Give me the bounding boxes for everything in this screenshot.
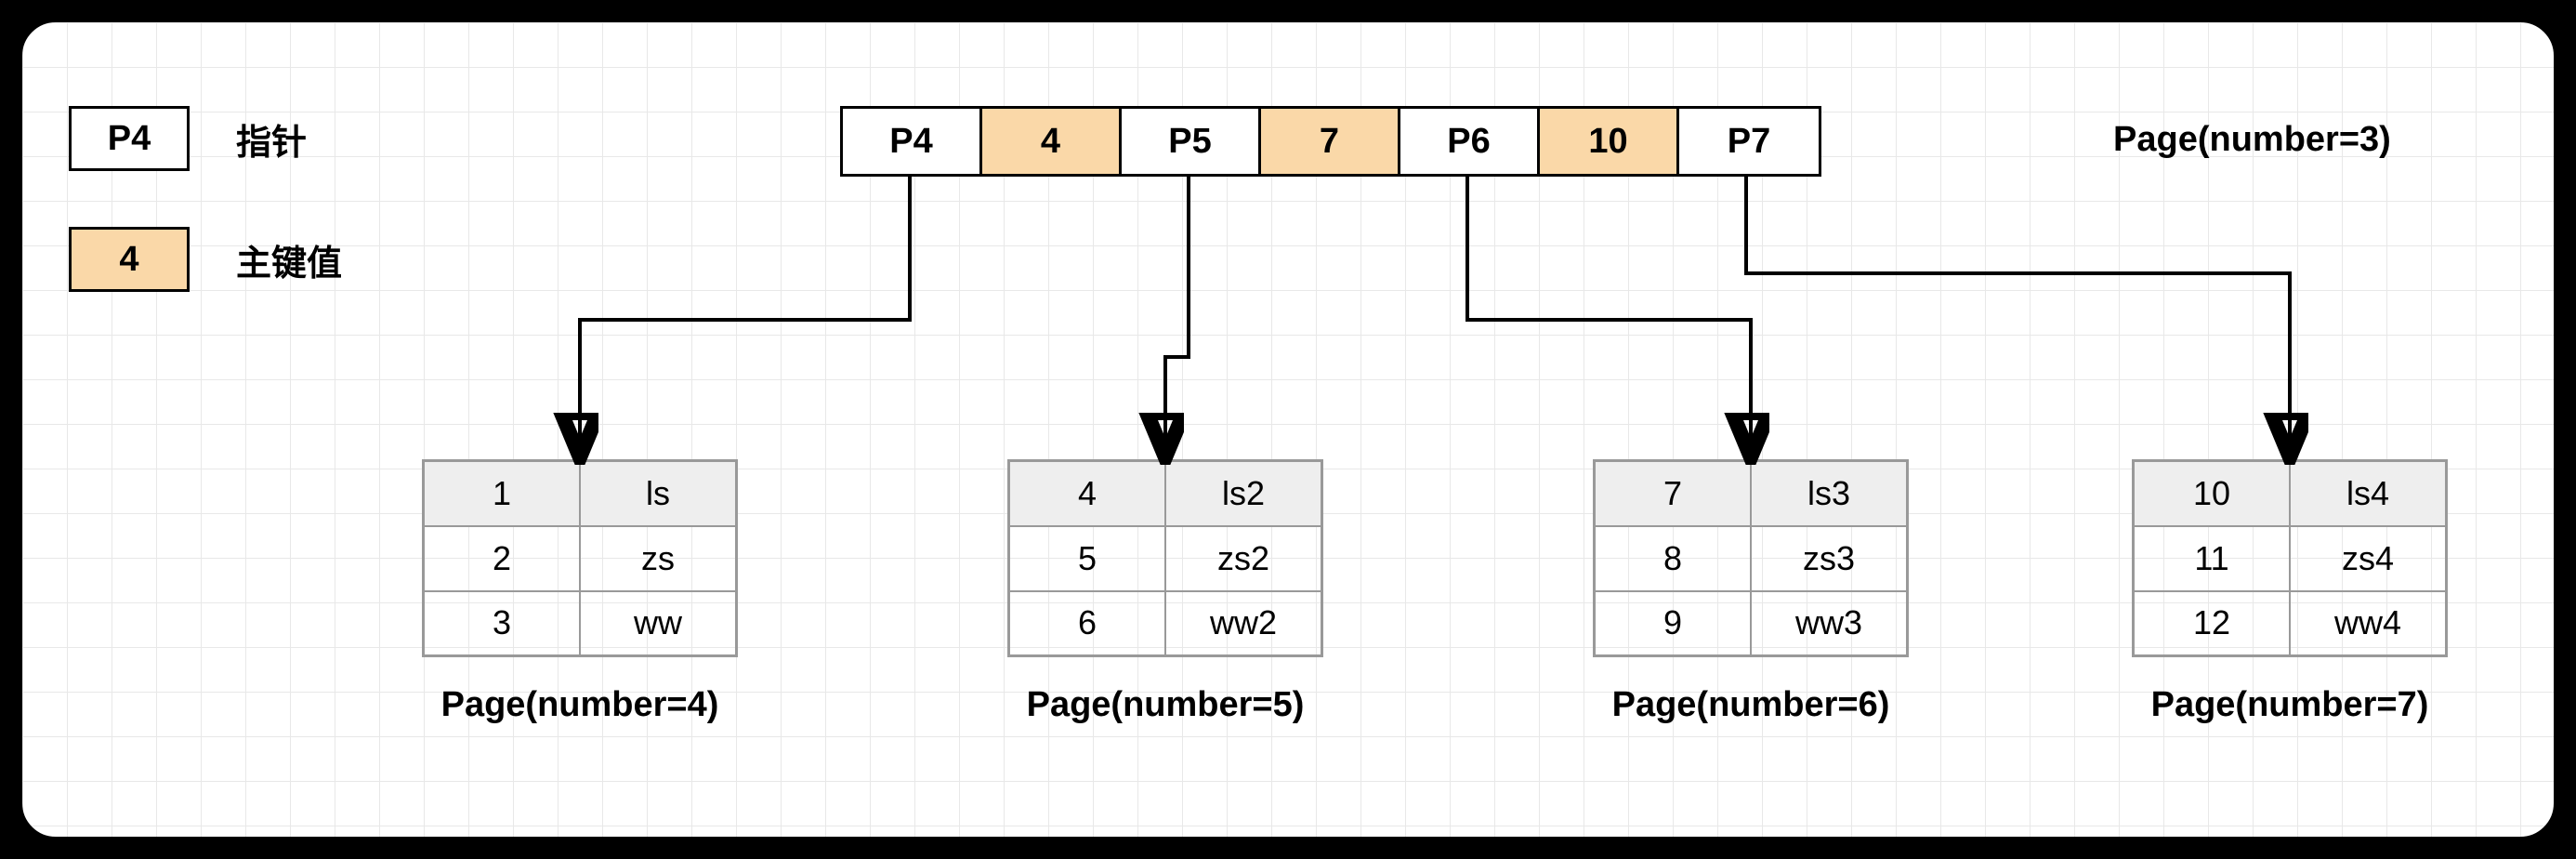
cell-key: 8 <box>1595 526 1752 591</box>
cell-key: 7 <box>1595 461 1752 526</box>
index-ptr-p7: P7 <box>1679 109 1819 174</box>
legend-key-label: 主键值 <box>236 234 342 285</box>
diagram-frame: P4 指针 4 主键值 P4 4 P5 7 P6 10 P7 Page(numb… <box>19 19 2557 840</box>
leaf-caption: Page(number=6) <box>1593 685 1909 725</box>
arrow-p5 <box>1165 174 1189 450</box>
cell-key: 11 <box>2134 526 2291 591</box>
cell-key: 10 <box>2134 461 2291 526</box>
leaf-page-7: 10ls4 11zs4 12ww4 Page(number=7) <box>2132 459 2448 725</box>
leaf-caption: Page(number=4) <box>422 685 738 725</box>
legend: P4 指针 4 主键值 <box>69 106 342 348</box>
index-ptr-p6: P6 <box>1400 109 1540 174</box>
leaf-table: 1ls 2zs 3ww <box>422 459 738 657</box>
arrow-p6 <box>1467 174 1751 450</box>
cell-val: zs3 <box>1751 526 1908 591</box>
cell-val: ls2 <box>1165 461 1322 526</box>
cell-val: ls4 <box>2290 461 2447 526</box>
arrow-p4 <box>580 174 910 450</box>
cell-val: ww4 <box>2290 591 2447 656</box>
index-node: P4 4 P5 7 P6 10 P7 <box>840 106 1821 177</box>
index-key-4: 4 <box>982 109 1122 174</box>
cell-val: zs <box>580 526 737 591</box>
legend-key-row: 4 主键值 <box>69 227 342 292</box>
leaf-caption: Page(number=5) <box>1007 685 1323 725</box>
index-caption: Page(number=3) <box>2113 120 2391 160</box>
leaf-caption: Page(number=7) <box>2132 685 2448 725</box>
leaf-page-4: 1ls 2zs 3ww Page(number=4) <box>422 459 738 725</box>
index-ptr-p4: P4 <box>843 109 982 174</box>
legend-pointer-row: P4 指针 <box>69 106 342 171</box>
cell-val: ls <box>580 461 737 526</box>
cell-val: zs4 <box>2290 526 2447 591</box>
cell-val: ww3 <box>1751 591 1908 656</box>
cell-key: 6 <box>1009 591 1166 656</box>
cell-key: 2 <box>424 526 581 591</box>
cell-val: zs2 <box>1165 526 1322 591</box>
cell-val: ww <box>580 591 737 656</box>
index-key-7: 7 <box>1261 109 1400 174</box>
cell-val: ww2 <box>1165 591 1322 656</box>
cell-key: 9 <box>1595 591 1752 656</box>
leaf-page-5: 4ls2 5zs2 6ww2 Page(number=5) <box>1007 459 1323 725</box>
cell-key: 4 <box>1009 461 1166 526</box>
cell-key: 1 <box>424 461 581 526</box>
legend-pointer-box: P4 <box>69 106 190 171</box>
leaf-table: 4ls2 5zs2 6ww2 <box>1007 459 1323 657</box>
leaf-table: 10ls4 11zs4 12ww4 <box>2132 459 2448 657</box>
legend-pointer-label: 指针 <box>236 113 307 165</box>
cell-key: 12 <box>2134 591 2291 656</box>
leaf-page-6: 7ls3 8zs3 9ww3 Page(number=6) <box>1593 459 1909 725</box>
index-ptr-p5: P5 <box>1122 109 1261 174</box>
arrow-p7 <box>1746 174 2290 450</box>
legend-key-box: 4 <box>69 227 190 292</box>
cell-key: 5 <box>1009 526 1166 591</box>
index-key-10: 10 <box>1540 109 1679 174</box>
cell-key: 3 <box>424 591 581 656</box>
leaf-table: 7ls3 8zs3 9ww3 <box>1593 459 1909 657</box>
cell-val: ls3 <box>1751 461 1908 526</box>
